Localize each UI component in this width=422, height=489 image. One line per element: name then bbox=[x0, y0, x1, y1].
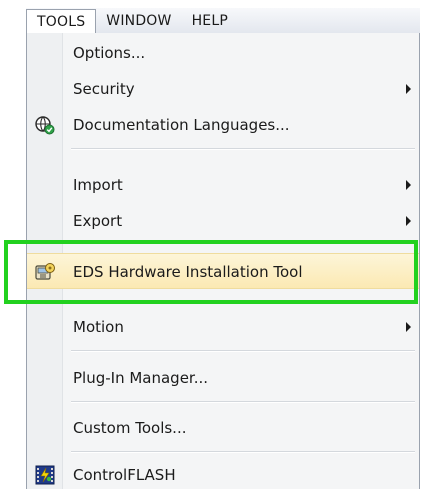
menu-window[interactable]: WINDOW bbox=[96, 8, 181, 33]
menu-item-import[interactable]: Import bbox=[27, 167, 419, 203]
menu-item-plug-in-manager[interactable]: Plug-In Manager... bbox=[27, 360, 419, 396]
globe-gear-icon bbox=[34, 114, 56, 136]
menu-item-controlflash[interactable]: ControlFLASH bbox=[27, 457, 419, 489]
menu-separator bbox=[71, 148, 415, 150]
screenshot-stage: TOOLS WINDOW HELP Options... Security Do… bbox=[0, 0, 422, 489]
menu-item-label: Security bbox=[73, 80, 135, 98]
menu-bar: TOOLS WINDOW HELP bbox=[26, 8, 420, 34]
menu-item-documentation-languages[interactable]: Documentation Languages... bbox=[27, 107, 419, 143]
menu-item-label: Documentation Languages... bbox=[73, 116, 290, 134]
menu-item-motion[interactable]: Motion bbox=[27, 309, 419, 345]
menu-item-label: Plug-In Manager... bbox=[73, 369, 209, 387]
menu-separator bbox=[71, 350, 415, 352]
menu-item-options[interactable]: Options... bbox=[27, 35, 419, 71]
menu-tools[interactable]: TOOLS bbox=[26, 9, 97, 33]
controlflash-icon bbox=[34, 464, 56, 486]
menu-item-label: ControlFLASH bbox=[73, 466, 176, 484]
menu-item-label: Export bbox=[73, 212, 123, 230]
menu-item-security[interactable]: Security bbox=[27, 71, 419, 107]
menu-help[interactable]: HELP bbox=[182, 8, 238, 33]
menu-item-export[interactable]: Export bbox=[27, 203, 419, 239]
submenu-arrow-icon bbox=[406, 180, 411, 190]
menu-item-label: Import bbox=[73, 176, 123, 194]
submenu-arrow-icon bbox=[406, 84, 411, 94]
menu-separator bbox=[71, 401, 415, 403]
submenu-arrow-icon bbox=[406, 216, 411, 226]
highlight-annotation-box bbox=[4, 240, 418, 304]
menu-item-label: Options... bbox=[73, 44, 146, 62]
menu-item-custom-tools[interactable]: Custom Tools... bbox=[27, 410, 419, 446]
submenu-arrow-icon bbox=[406, 322, 411, 332]
menu-item-label: Motion bbox=[73, 318, 124, 336]
menu-separator bbox=[71, 451, 415, 453]
menu-item-label: Custom Tools... bbox=[73, 419, 187, 437]
